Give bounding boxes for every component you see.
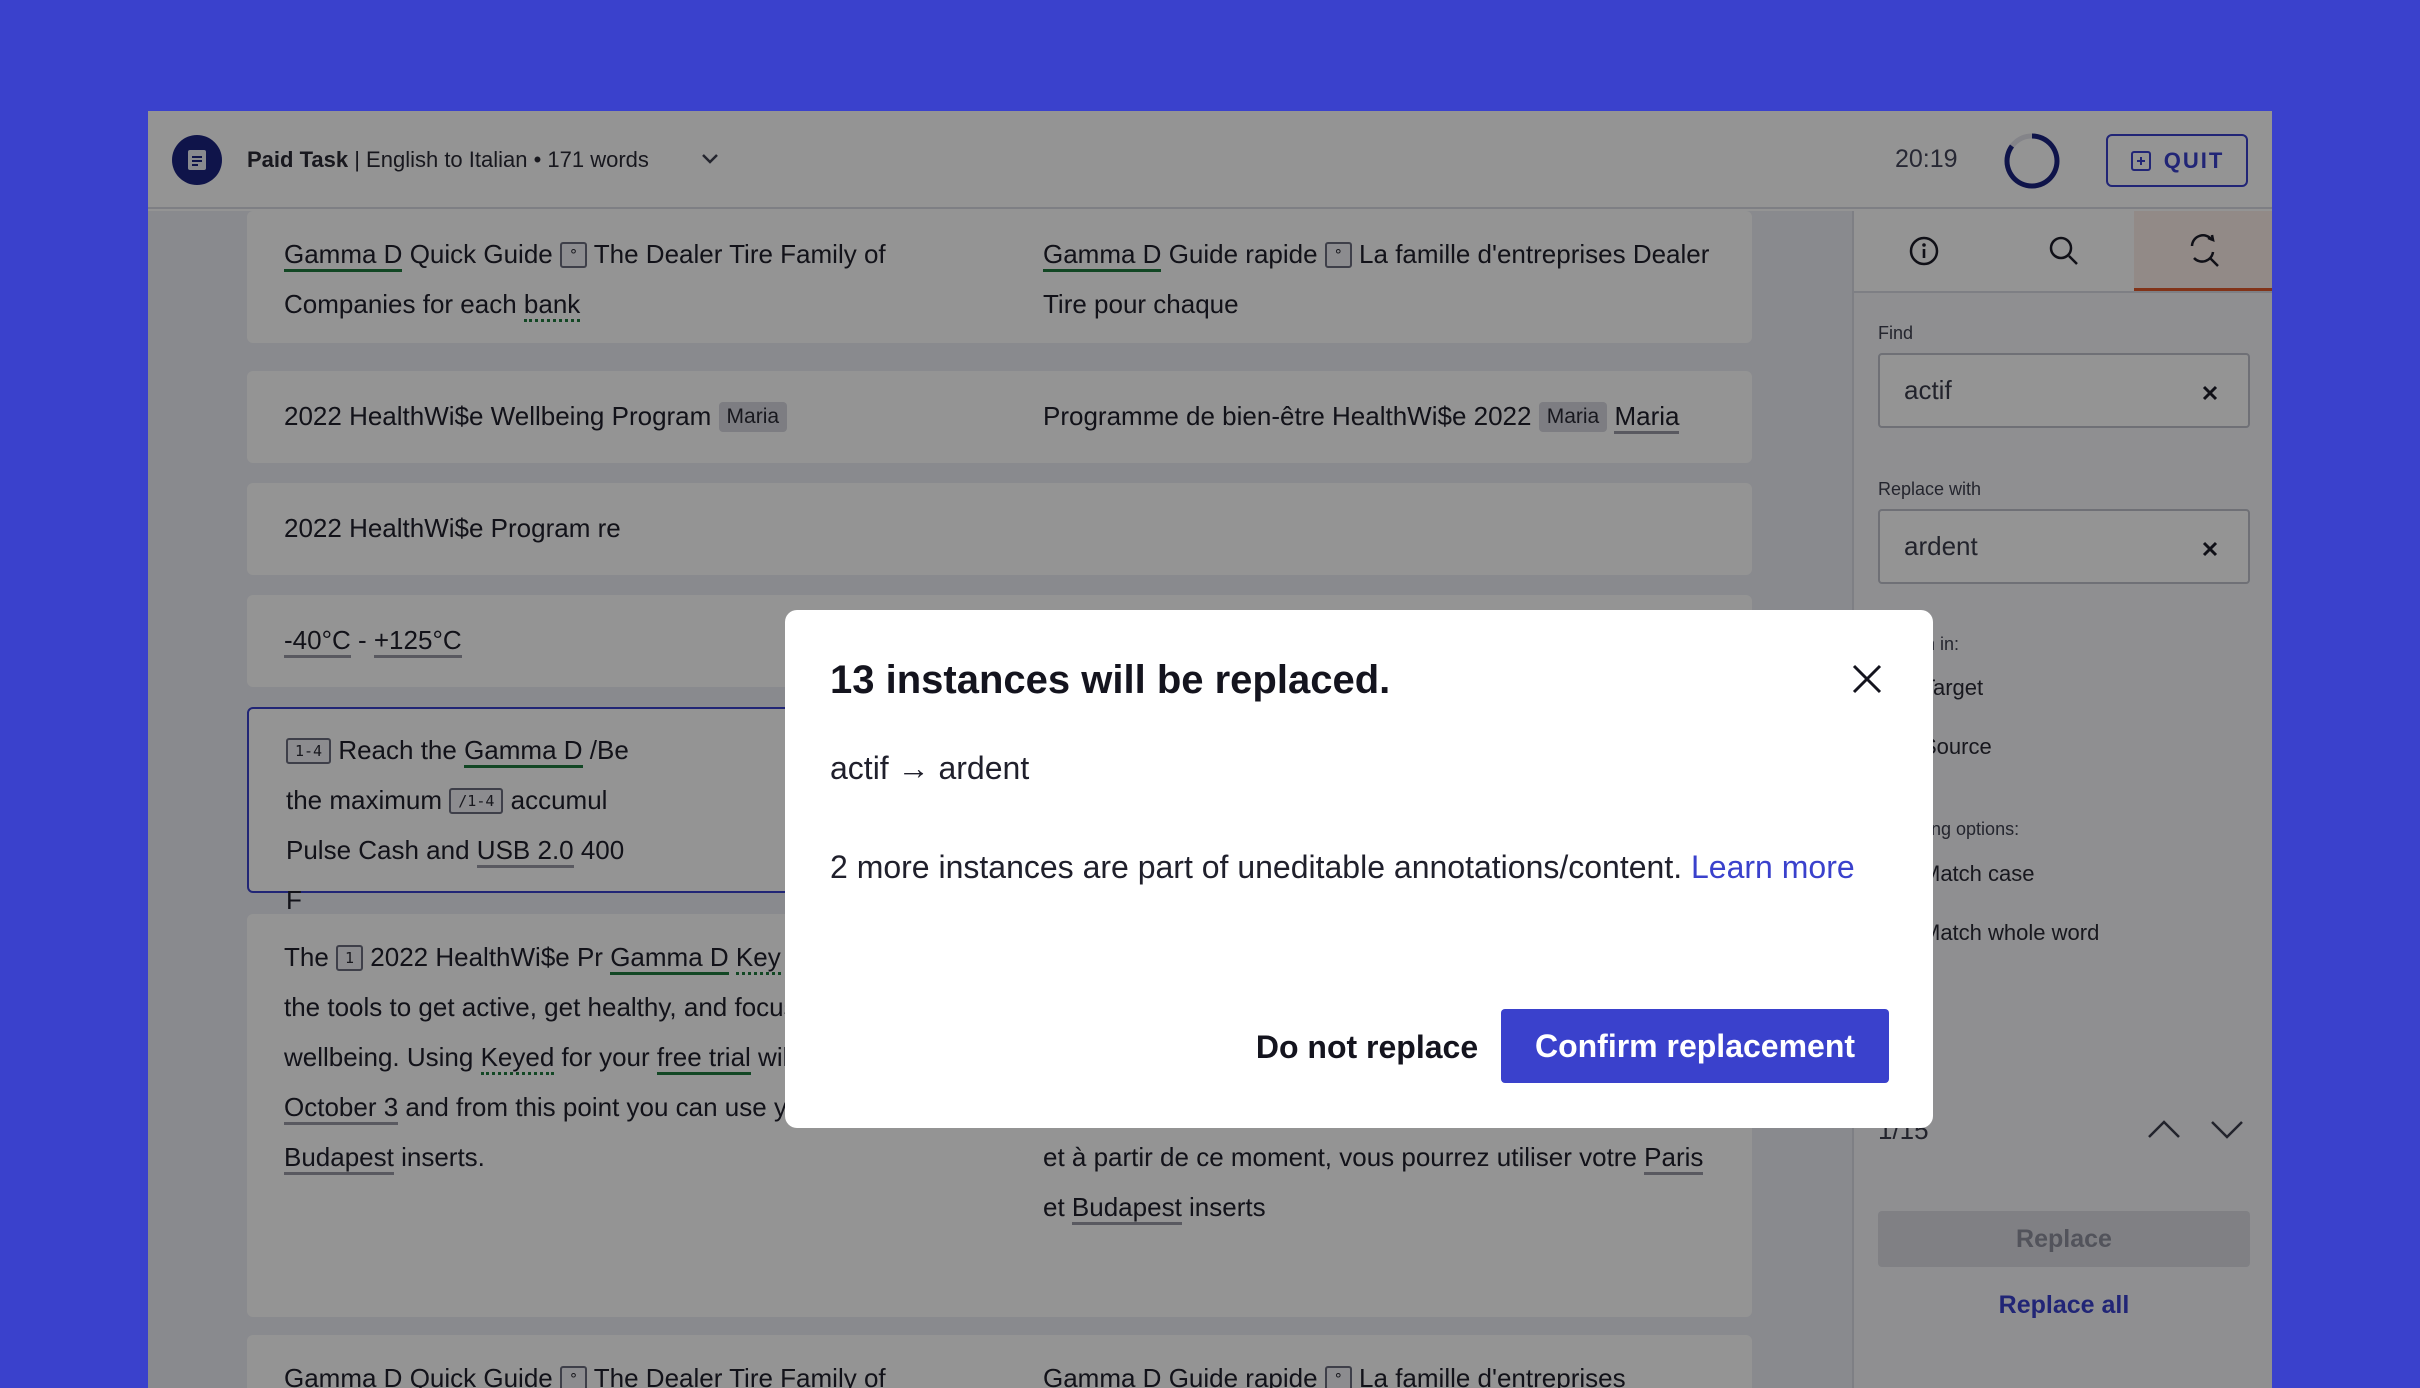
cat-tool-window: Paid Task | English to Italian • 171 wor… [148,111,2272,1388]
learn-more-link[interactable]: Learn more [1691,849,1855,885]
confirm-replace-dialog: 13 instances will be replaced. actif → a… [785,610,1933,1128]
dialog-note-text: 2 more instances are part of uneditable … [830,849,1691,885]
do-not-replace-button[interactable]: Do not replace [1197,1010,1537,1084]
dialog-title: 13 instances will be replaced. [830,658,1391,702]
dialog-note: 2 more instances are part of uneditable … [830,842,1880,892]
confirm-replacement-button[interactable]: Confirm replacement [1501,1009,1889,1083]
close-icon[interactable] [1851,663,1883,700]
replacement-summary: actif → ardent [830,750,1030,786]
